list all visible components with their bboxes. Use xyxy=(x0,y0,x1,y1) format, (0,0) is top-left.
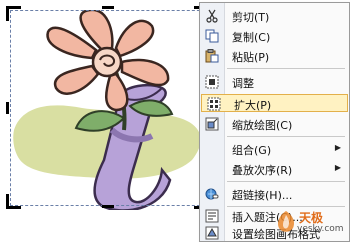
menu-item-zoom-drawing[interactable]: 缩放绘图(C) xyxy=(200,115,349,133)
crop-handle-bottom-left[interactable] xyxy=(6,194,21,209)
adjust-icon xyxy=(205,75,219,89)
watermark-site: yesky.com xyxy=(297,224,344,234)
menu-item-label: 复制(C) xyxy=(232,31,271,44)
format-canvas-icon xyxy=(205,226,219,240)
menu-item-paste[interactable]: 粘贴(P) xyxy=(200,47,349,65)
menu-separator xyxy=(227,136,345,137)
watermark: 天极 yesky.com xyxy=(273,208,344,238)
menu-item-adjust[interactable]: 调整 xyxy=(200,73,349,91)
paste-icon xyxy=(205,49,219,63)
menu-item-label: 超链接(H)... xyxy=(232,189,293,202)
context-menu: 剪切(T) 复制(C) 粘贴(P) 调整 扩大(P) 缩放绘图(C) 组合(G)… xyxy=(199,2,350,242)
zoom-drawing-icon xyxy=(205,117,219,131)
menu-item-label: 叠放次序(R) xyxy=(232,164,293,177)
copy-icon xyxy=(205,29,219,43)
submenu-arrow-icon: ▶ xyxy=(334,163,341,172)
menu-item-label: 组合(G) xyxy=(232,144,272,157)
caption-icon xyxy=(205,209,219,223)
menu-item-label: 粘贴(P) xyxy=(232,51,270,64)
menu-separator xyxy=(227,181,345,182)
menu-item-label: 剪切(T) xyxy=(232,11,270,24)
menu-item-group[interactable]: 组合(G) ▶ xyxy=(200,140,349,158)
menu-item-hyperlink[interactable]: 超链接(H)... xyxy=(200,185,349,203)
crop-handle-top[interactable] xyxy=(102,6,114,9)
scissors-icon xyxy=(206,9,218,23)
selection-frame xyxy=(10,10,210,206)
menu-item-copy[interactable]: 复制(C) xyxy=(200,27,349,45)
menu-item-expand[interactable]: 扩大(P) xyxy=(201,94,348,112)
menu-item-label: 缩放绘图(C) xyxy=(232,119,293,132)
crop-handle-top-left[interactable] xyxy=(6,6,21,21)
expand-icon xyxy=(207,97,221,111)
submenu-arrow-icon: ▶ xyxy=(334,143,341,152)
hyperlink-icon xyxy=(205,188,219,200)
menu-item-cut[interactable]: 剪切(T) xyxy=(200,7,349,25)
crop-handle-bottom[interactable] xyxy=(102,205,114,208)
crop-handle-left[interactable] xyxy=(6,102,9,114)
menu-item-order[interactable]: 叠放次序(R) ▶ xyxy=(200,160,349,178)
menu-item-label: 调整 xyxy=(232,77,254,90)
menu-item-label: 扩大(P) xyxy=(234,99,272,112)
yesky-logo-icon xyxy=(277,211,295,232)
menu-separator xyxy=(227,68,345,69)
